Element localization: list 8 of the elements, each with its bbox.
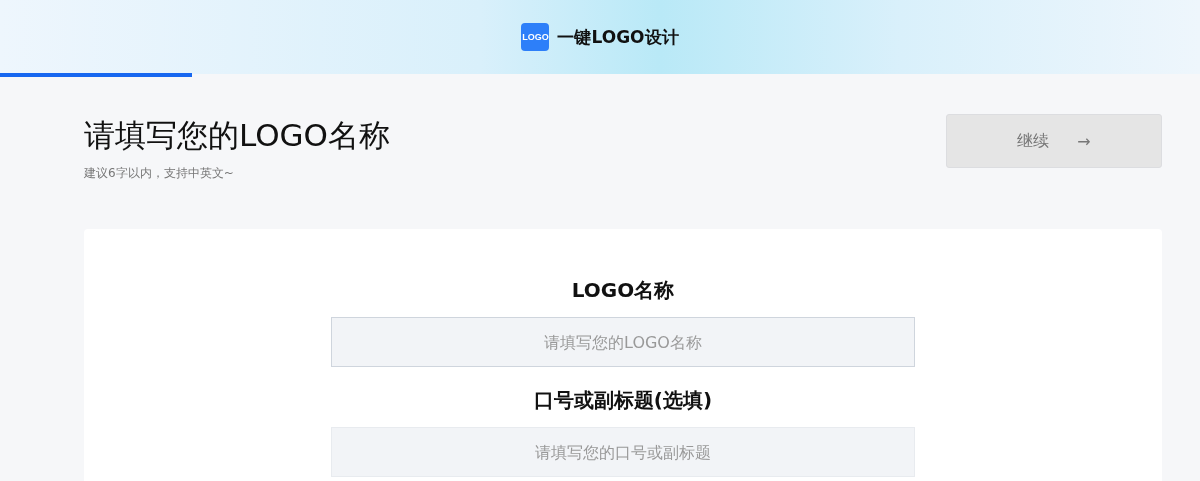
page-title: 请填写您的LOGO名称 bbox=[84, 116, 390, 155]
page-subtitle: 建议6字以内，支持中英文~ bbox=[84, 165, 235, 182]
field-label: 口号或副标题(选填) bbox=[533, 387, 713, 414]
logo-icon: LOGO bbox=[521, 23, 550, 51]
text-input[interactable]: 请填写您的口号或副标题 bbox=[331, 427, 915, 477]
field-label: LOGO名称 bbox=[571, 277, 675, 304]
text-input[interactable]: 请填写您的LOGO名称 bbox=[331, 317, 915, 367]
app-title: 一键LOGO设计 bbox=[557, 25, 679, 49]
